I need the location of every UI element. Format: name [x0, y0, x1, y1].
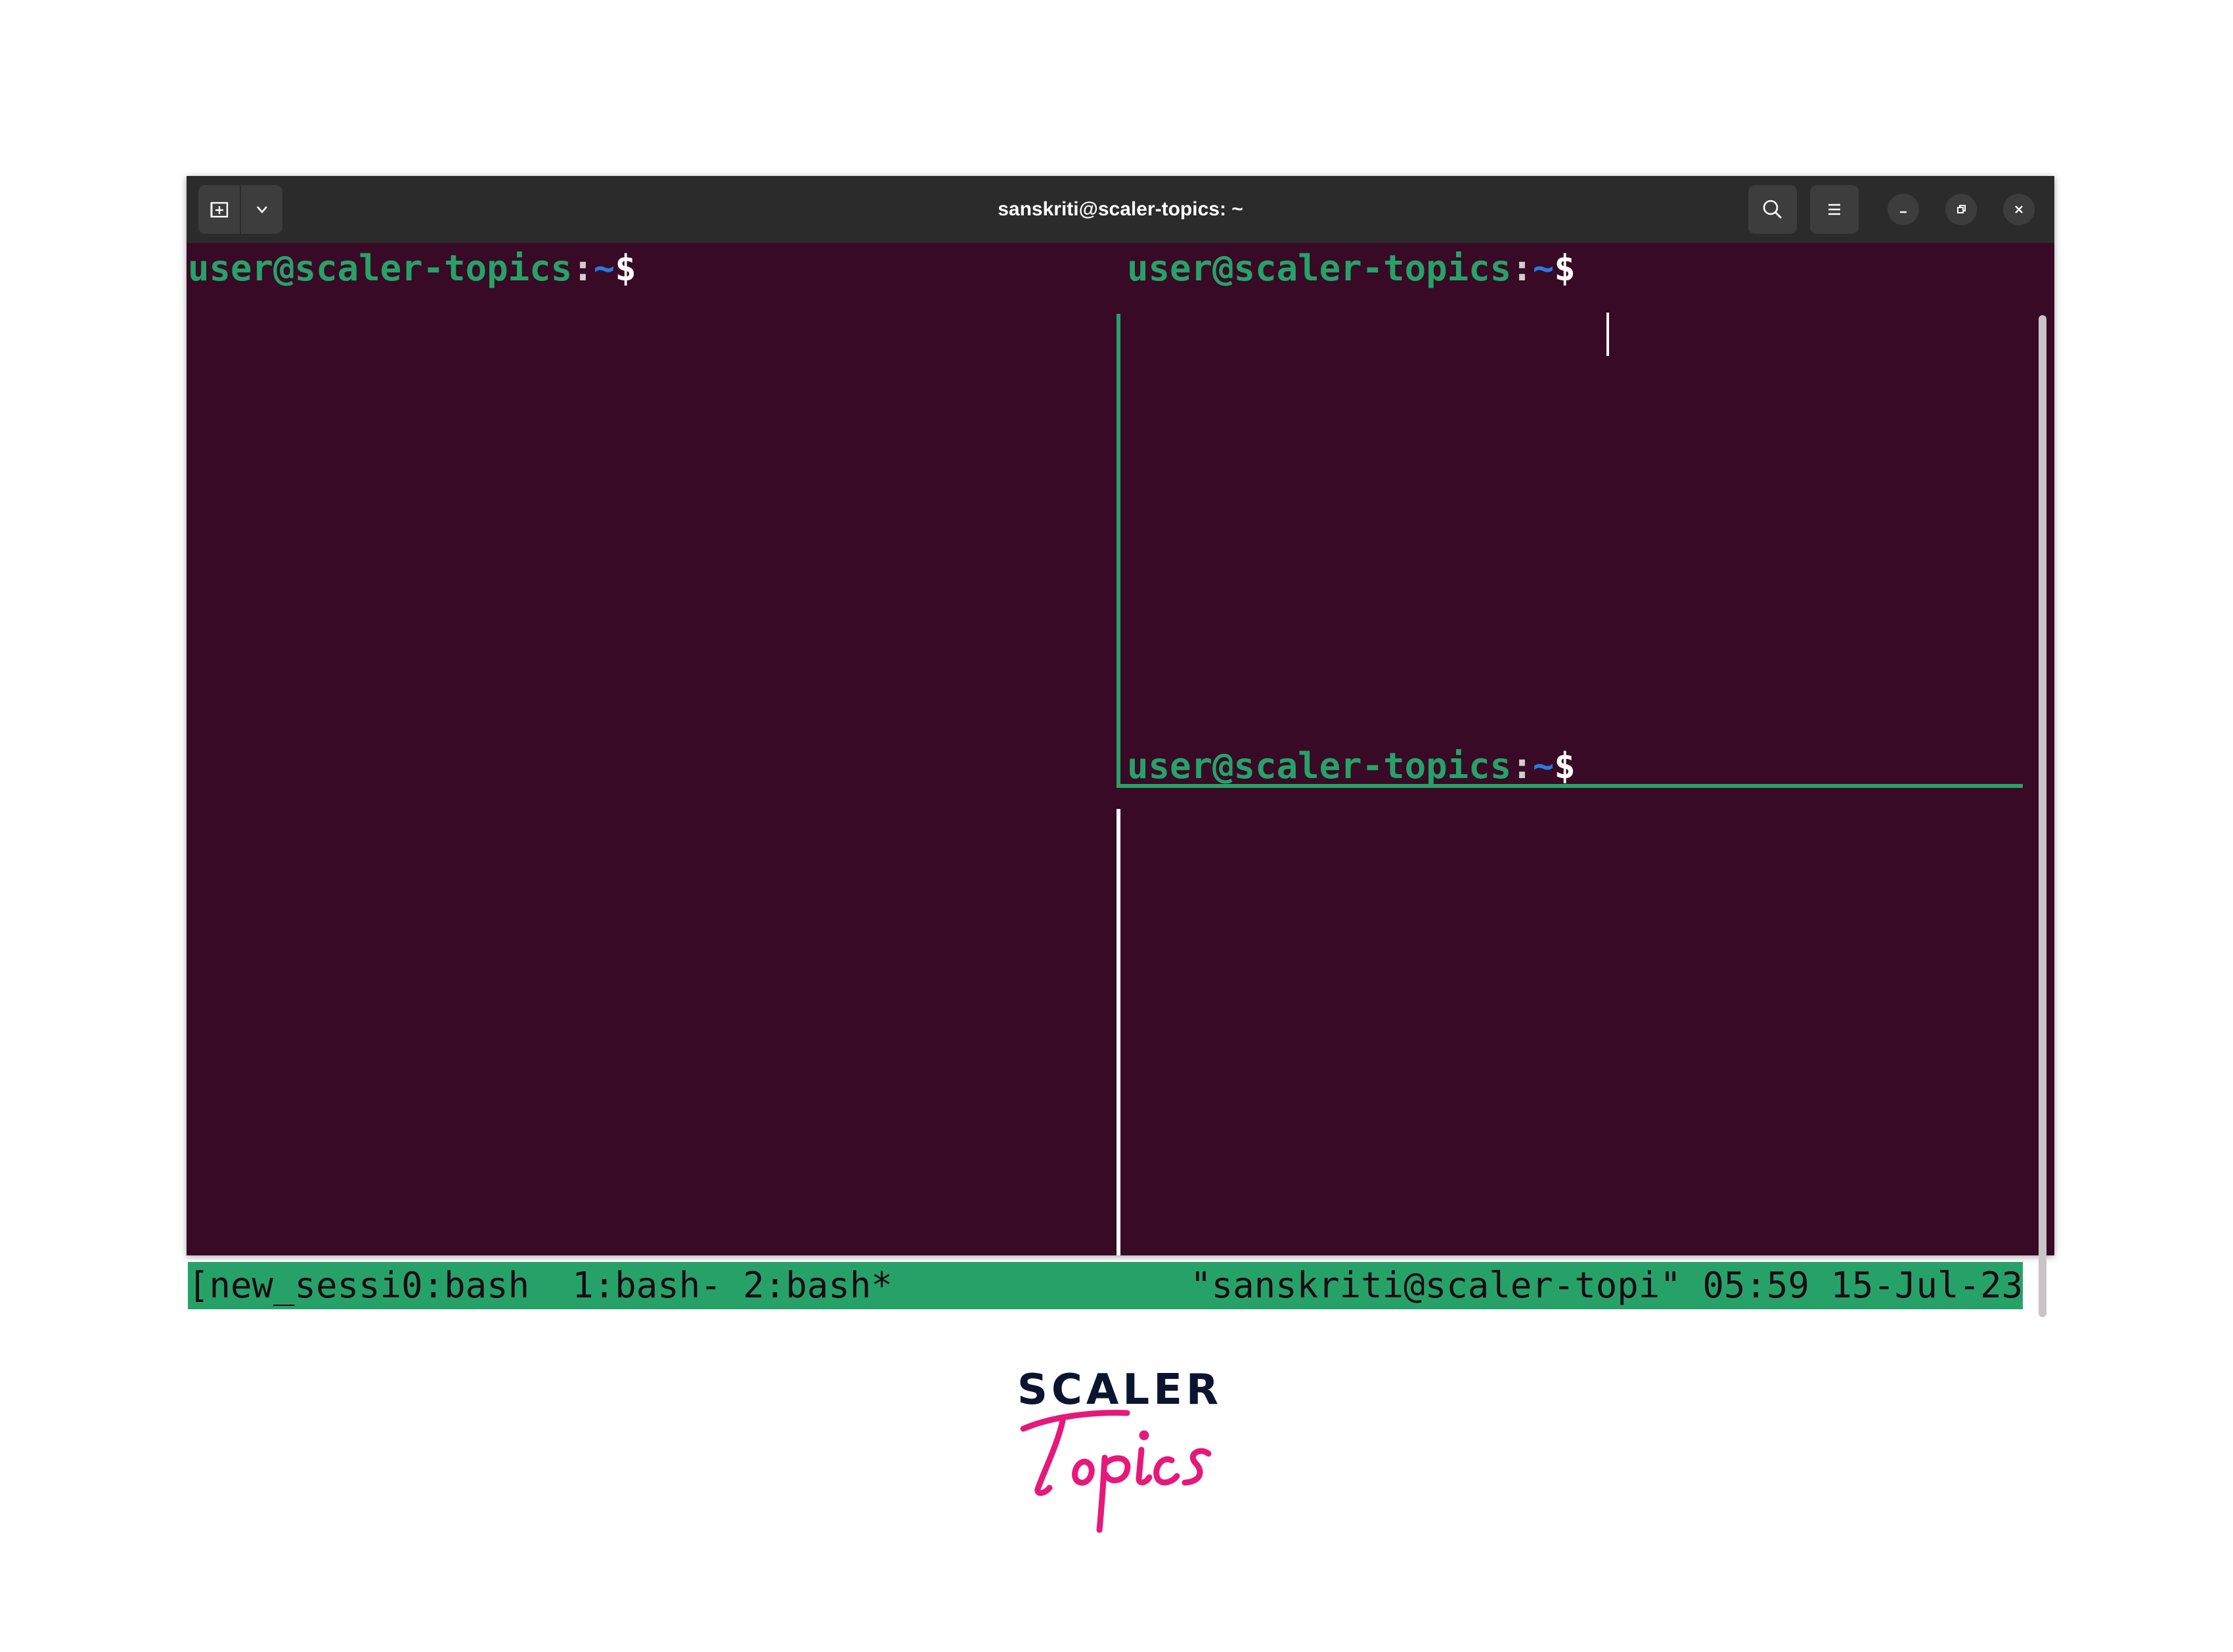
prompt-user-host: user@scaler-topics [1127, 745, 1512, 787]
prompt-symbol: $ [1554, 248, 1576, 289]
new-tab-button-group [198, 185, 282, 234]
text-cursor [1606, 313, 1609, 356]
search-icon [1763, 200, 1782, 219]
new-tab-icon [210, 202, 228, 218]
prompt-path: ~ [1532, 248, 1555, 289]
prompt-colon: : [1511, 248, 1533, 289]
pane-left-prompt: user@scaler-topics:~$ [188, 246, 636, 292]
tab-dropdown-button[interactable] [240, 185, 282, 234]
logo-topics-script [1020, 1410, 1212, 1533]
prompt-symbol: $ [1554, 745, 1576, 787]
scaler-topics-logo: SCALER [1011, 1366, 1228, 1536]
terminal-window: sanskriti@scaler-topics: ~ user@scaler-t… [187, 176, 2054, 1317]
menu-button[interactable] [1810, 185, 1859, 234]
prompt-colon: : [1511, 745, 1533, 787]
chevron-down-icon [256, 206, 267, 213]
tmux-status-bar: [new_sessi0:bash 1:bash- 2:bash* "sanskr… [188, 1262, 2023, 1309]
close-icon [2015, 206, 2023, 213]
minimize-button[interactable] [1888, 194, 1919, 225]
minimize-icon [1900, 211, 1907, 213]
prompt-user-host: user@scaler-topics [1127, 248, 1512, 289]
prompt-symbol: $ [615, 248, 636, 289]
restore-button[interactable] [1945, 194, 1977, 225]
status-host-time: "sanskriti@scaler-topi" 05:59 15-Jul-23 [1190, 1265, 2023, 1306]
restore-icon [1957, 205, 1966, 213]
pane-divider-vertical-active[interactable] [1116, 314, 1120, 788]
status-windows: [new_sessi0:bash 1:bash- 2:bash* [188, 1265, 893, 1306]
pane-bottom-right-prompt: user@scaler-topics:~$ [1127, 743, 1576, 789]
scrollbar[interactable] [2039, 315, 2046, 1317]
hamburger-menu-icon [1828, 204, 1840, 215]
pane-top-right-prompt: user@scaler-topics:~$ [1127, 246, 1576, 292]
prompt-colon: : [572, 248, 594, 289]
prompt-path: ~ [1532, 745, 1555, 787]
search-button[interactable] [1748, 185, 1797, 234]
terminal-area[interactable]: user@scaler-topics:~$ user@scaler-topics… [187, 243, 2054, 1317]
close-button[interactable] [2003, 194, 2035, 225]
new-tab-button[interactable] [198, 185, 240, 234]
prompt-path: ~ [593, 248, 615, 289]
pane-divider-vertical[interactable] [1116, 809, 1120, 1255]
prompt-user-host: user@scaler-topics [188, 248, 573, 289]
pane-divider-horizontal[interactable] [1116, 784, 2023, 788]
titlebar: sanskriti@scaler-topics: ~ [187, 176, 2054, 243]
